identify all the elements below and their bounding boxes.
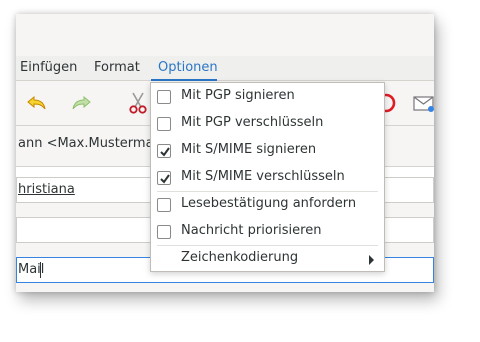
- from-account-value[interactable]: ann <Max.Musterma: [18, 136, 154, 151]
- menu-item-encoding[interactable]: Zeichenkodierung: [151, 246, 384, 273]
- checkbox-unchecked[interactable]: [157, 117, 171, 131]
- redo-icon[interactable]: [69, 91, 93, 115]
- menu-einfuegen[interactable]: Einfügen: [20, 60, 77, 75]
- to-recipient[interactable]: hristiana: [18, 182, 75, 197]
- envelope-icon[interactable]: [412, 91, 434, 115]
- editor-area: [16, 283, 434, 292]
- menu-item-smime-encrypt[interactable]: Mit S/MIME verschlüsseln: [151, 165, 384, 192]
- menu-format[interactable]: Format: [94, 60, 140, 75]
- checkbox-unchecked[interactable]: [157, 225, 171, 239]
- menu-item-label: Mit PGP verschlüsseln: [181, 115, 324, 130]
- menu-item-label: Nachricht priorisieren: [181, 223, 322, 238]
- checkmark-icon: [160, 174, 170, 184]
- checkbox-checked[interactable]: [157, 144, 171, 158]
- menu-item-priority[interactable]: Nachricht priorisieren: [151, 219, 384, 246]
- menu-item-label: Zeichenkodierung: [181, 250, 299, 265]
- undo-icon[interactable]: [25, 91, 49, 115]
- menu-bar: Einfügen Format Optionen: [16, 56, 434, 81]
- text-cursor: [40, 262, 41, 278]
- menu-item-label: Mit PGP signieren: [181, 88, 295, 103]
- title-bar: [16, 14, 434, 56]
- submenu-arrow-icon: [369, 255, 374, 265]
- checkbox-unchecked[interactable]: [157, 198, 171, 212]
- checkmark-icon: [160, 147, 170, 157]
- menu-item-pgp-encrypt[interactable]: Mit PGP verschlüsseln: [151, 111, 384, 138]
- checkbox-unchecked[interactable]: [157, 90, 171, 104]
- menu-item-pgp-sign[interactable]: Mit PGP signieren: [151, 84, 384, 111]
- options-dropdown-menu: Mit PGP signieren Mit PGP verschlüsseln …: [150, 82, 385, 272]
- menu-item-label: Mit S/MIME signieren: [181, 142, 317, 157]
- cut-icon[interactable]: [126, 91, 150, 115]
- menu-item-read-receipt[interactable]: Lesebestätigung anfordern: [151, 192, 384, 219]
- menu-item-smime-sign[interactable]: Mit S/MIME signieren: [151, 138, 384, 165]
- menu-optionen[interactable]: Optionen: [158, 60, 218, 75]
- menu-item-label: Mit S/MIME verschlüsseln: [181, 169, 345, 184]
- checkbox-checked[interactable]: [157, 171, 171, 185]
- menu-item-label: Lesebestätigung anfordern: [181, 196, 357, 211]
